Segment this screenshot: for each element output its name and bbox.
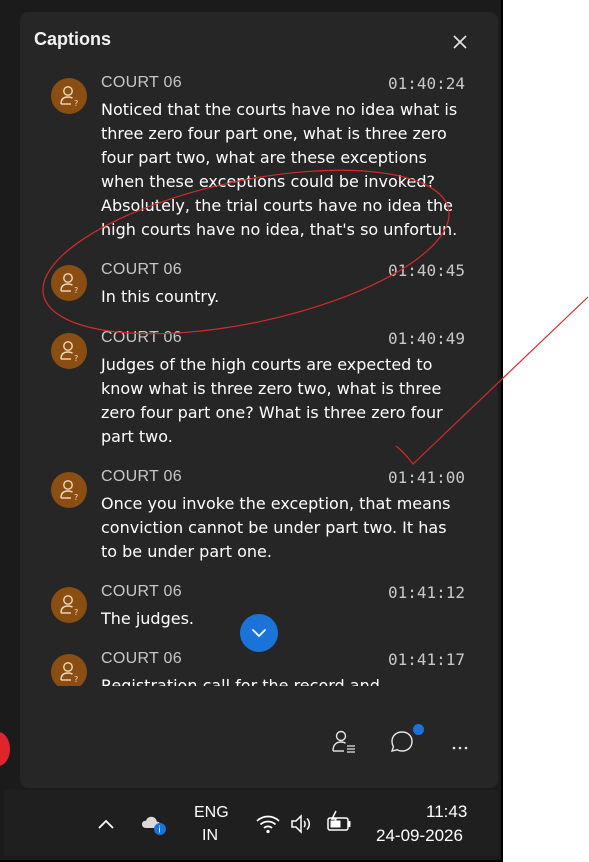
caption-timestamp: 01:41:17 (387, 650, 465, 669)
speaker-avatar: ? (51, 654, 87, 686)
app-window: Captions ? COURT 06 01:40:24 Noticed tha… (0, 0, 503, 862)
caption-timestamp: 01:41:00 (387, 468, 465, 487)
close-icon (453, 35, 467, 49)
onedrive-button[interactable]: i (140, 810, 168, 838)
chat-button[interactable] (388, 724, 424, 760)
caption-text: The judges. (101, 609, 195, 628)
caption-text: Judges of the high courts are expected t… (101, 355, 443, 446)
caption-timestamp: 01:40:49 (387, 329, 465, 348)
wifi-button[interactable] (254, 810, 282, 838)
speaker-avatar: ? (51, 78, 87, 114)
caption-text: In this country. (101, 287, 220, 306)
speaker-name: COURT 06 (101, 74, 182, 91)
svg-text:?: ? (74, 354, 78, 362)
speaker-name: COURT 06 (101, 650, 182, 667)
svg-text:?: ? (74, 286, 78, 294)
more-options-button[interactable] (446, 728, 478, 760)
wifi-icon (256, 815, 280, 834)
record-indicator (0, 732, 10, 766)
person-unknown-icon: ? (60, 662, 78, 683)
svg-text:?: ? (74, 675, 78, 683)
language-region[interactable]: IN (202, 827, 218, 845)
person-unknown-icon: ? (60, 480, 78, 501)
volume-button[interactable] (288, 810, 316, 838)
speaker-name: COURT 06 (101, 261, 182, 278)
scroll-to-latest-button[interactable] (240, 614, 278, 652)
caption-text: Once you invoke the exception, that mean… (101, 494, 451, 561)
notification-badge (413, 724, 424, 735)
close-button[interactable] (448, 30, 472, 54)
more-icon (452, 746, 468, 750)
chat-bubble-icon (390, 731, 413, 752)
clock-date[interactable]: 24-09-2026 (376, 826, 463, 846)
caption-list[interactable]: ? COURT 06 01:40:24 Noticed that the cou… (20, 74, 498, 686)
taskbar: i ENG IN 11:43 24-09-2026 (4, 790, 498, 856)
speaker-name: COURT 06 (101, 583, 182, 600)
person-unknown-icon: ? (60, 595, 78, 616)
caption-timestamp: 01:40:45 (387, 261, 465, 280)
caption-timestamp: 01:41:12 (387, 583, 465, 602)
clock-time[interactable]: 11:43 (426, 802, 467, 822)
chevron-down-icon (252, 629, 266, 638)
caption-actions (20, 724, 498, 768)
participants-list-icon (332, 730, 355, 753)
caption-text: Noticed that the courts have no idea wha… (101, 100, 458, 239)
svg-text:?: ? (74, 608, 78, 616)
battery-button[interactable] (324, 808, 354, 838)
speaker-avatar: ? (51, 265, 87, 301)
chevron-up-icon (98, 819, 114, 829)
svg-text:?: ? (74, 99, 78, 107)
svg-text:i: i (158, 826, 161, 836)
battery-charging-icon (327, 810, 351, 831)
person-unknown-icon: ? (60, 86, 78, 107)
show-hidden-icons-button[interactable] (94, 812, 118, 836)
language-code[interactable]: ENG (194, 804, 229, 822)
participants-button[interactable] (330, 728, 362, 760)
caption-text: Registration call for the record and (101, 676, 380, 686)
speaker-avatar: ? (51, 472, 87, 508)
speaker-volume-icon (291, 814, 310, 834)
captions-panel: Captions ? COURT 06 01:40:24 Noticed tha… (20, 12, 498, 788)
speaker-name: COURT 06 (101, 329, 182, 346)
person-unknown-icon: ? (60, 273, 78, 294)
panel-title: Captions (34, 29, 112, 49)
speaker-avatar: ? (51, 333, 87, 369)
caption-timestamp: 01:40:24 (387, 74, 465, 93)
speaker-name: COURT 06 (101, 468, 182, 485)
cloud-info-icon: i (142, 816, 166, 836)
speaker-avatar: ? (51, 587, 87, 623)
svg-text:?: ? (74, 493, 78, 501)
person-unknown-icon: ? (60, 341, 78, 362)
